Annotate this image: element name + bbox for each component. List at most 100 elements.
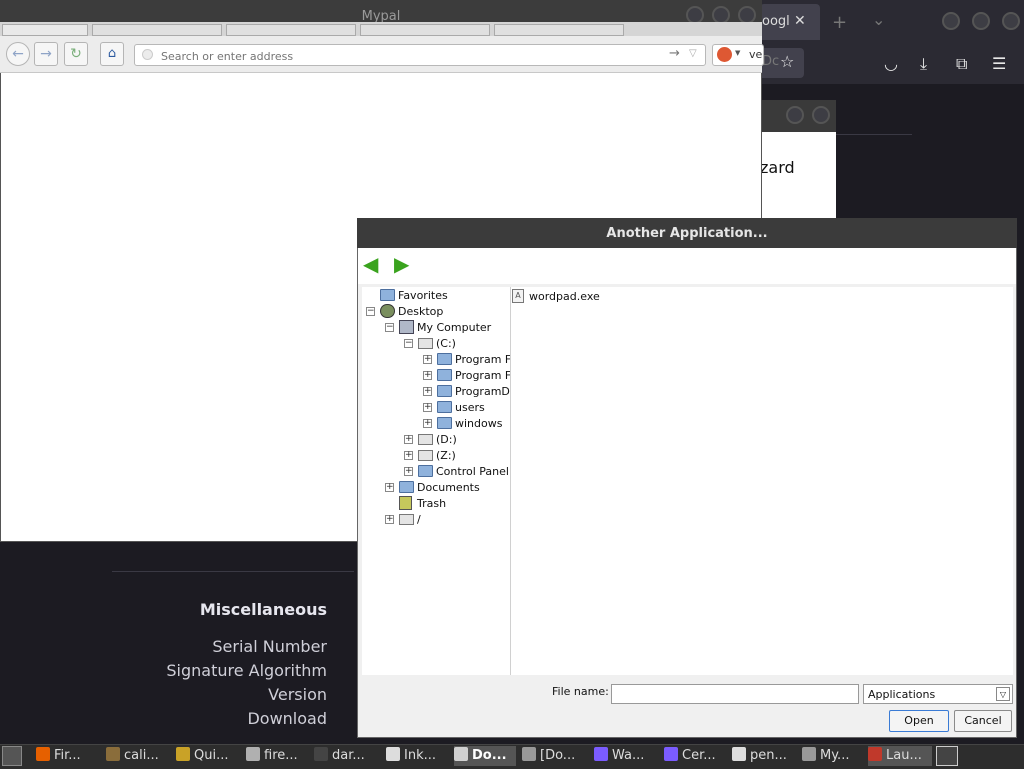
desktop-icon: [380, 304, 395, 318]
folder-icon: [399, 481, 414, 493]
forward-arrow-icon[interactable]: →: [34, 42, 58, 66]
taskbar-item[interactable]: Fir...: [36, 746, 98, 766]
taskbar-item[interactable]: pen...: [732, 746, 796, 766]
file-type-select[interactable]: Applications ▽: [863, 684, 1013, 704]
tree-item-label: Favorites: [398, 289, 448, 302]
search-text: ve: [749, 48, 763, 61]
download-icon[interactable]: ⤓: [920, 54, 927, 74]
search-bar[interactable]: ▼ ve: [712, 44, 764, 66]
chevron-down-icon[interactable]: ▼: [735, 49, 740, 57]
file-name-field[interactable]: [611, 684, 859, 704]
taskbar-item[interactable]: [Do...: [522, 746, 588, 766]
mypal-tab[interactable]: [494, 24, 624, 36]
wizard-close-icon[interactable]: [812, 106, 830, 124]
tree-item-label: users: [455, 401, 485, 414]
divider: [112, 571, 354, 572]
app-icon: [802, 747, 816, 761]
ff-maximize-icon[interactable]: [972, 12, 990, 30]
ff-close-icon[interactable]: [1002, 12, 1020, 30]
url-fragment: Dc: [762, 54, 780, 69]
trash-icon: [399, 496, 412, 510]
wizard-titlebar: [760, 100, 836, 132]
mypal-tab[interactable]: [92, 24, 222, 36]
folder-icon: [437, 369, 452, 381]
home-icon[interactable]: ⌂: [100, 42, 124, 66]
forward-arrow-icon[interactable]: ▶: [394, 252, 409, 276]
back-arrow-icon[interactable]: ←: [6, 42, 30, 66]
site-identity-icon[interactable]: [142, 49, 153, 60]
expand-icon[interactable]: +: [385, 483, 394, 492]
taskbar-item[interactable]: Lau...: [868, 746, 932, 766]
file-list[interactable]: A wordpad.exe: [511, 287, 1013, 675]
drive-icon: [418, 450, 433, 461]
file-name-input[interactable]: [615, 687, 859, 702]
cancel-button[interactable]: Cancel: [954, 710, 1012, 732]
tree-item-label: Desktop: [398, 305, 444, 318]
app-icon: [314, 747, 328, 761]
drive-icon: [399, 514, 414, 525]
computer-icon: [399, 320, 414, 334]
expand-icon[interactable]: +: [423, 371, 432, 380]
firefox-tab-google[interactable]: oogl ✕: [760, 4, 820, 40]
folder-tree[interactable]: Favorites − Desktop − My Computer − (C:) + Progr…: [362, 287, 511, 675]
expand-icon[interactable]: +: [423, 355, 432, 364]
taskbar-item[interactable]: fire...: [246, 746, 308, 766]
tab-list-icon[interactable]: ⌄: [872, 10, 885, 29]
tree-item-label: ProgramDa: [455, 385, 511, 398]
expand-icon[interactable]: +: [404, 467, 413, 476]
folder-icon: [418, 465, 433, 477]
wizard-maximize-icon[interactable]: [786, 106, 804, 124]
taskbar-item-label: Ink...: [404, 748, 436, 763]
taskbar-item[interactable]: Do...: [454, 746, 516, 766]
ff-minimize-icon[interactable]: [942, 12, 960, 30]
expand-icon[interactable]: +: [423, 387, 432, 396]
pocket-icon[interactable]: ◡: [884, 54, 898, 73]
address-bar[interactable]: → ▽: [134, 44, 706, 66]
taskbar-item[interactable]: Wa...: [594, 746, 658, 766]
mypal-tab[interactable]: [226, 24, 356, 36]
show-desktop-icon[interactable]: [2, 746, 22, 766]
taskbar-item[interactable]: Ink...: [386, 746, 448, 766]
wizard-text: zard: [760, 158, 795, 177]
taskbar-item[interactable]: cali...: [106, 746, 168, 766]
file-item-label: wordpad.exe: [529, 290, 600, 303]
expand-icon[interactable]: +: [423, 403, 432, 412]
expand-icon[interactable]: +: [404, 435, 413, 444]
collapse-icon[interactable]: −: [366, 307, 375, 316]
tree-item-label: Control Panel: [436, 465, 509, 478]
extensions-icon[interactable]: ⧉: [956, 54, 967, 74]
reload-icon[interactable]: ↻: [64, 42, 88, 66]
taskbar-item[interactable]: dar...: [314, 746, 378, 766]
expand-icon[interactable]: +: [404, 451, 413, 460]
new-tab-button[interactable]: +: [832, 12, 847, 33]
app-icon: [386, 747, 400, 761]
folder-icon: [437, 353, 452, 365]
app-icon: [522, 747, 536, 761]
taskbar-item[interactable]: My...: [802, 746, 860, 766]
back-arrow-icon[interactable]: ◀: [363, 252, 378, 276]
tree-item-label: Program Fi: [455, 353, 511, 366]
mypal-tab[interactable]: [360, 24, 490, 36]
collapse-icon[interactable]: −: [385, 323, 394, 332]
collapse-icon[interactable]: −: [404, 339, 413, 348]
bookmark-star-icon[interactable]: ☆: [780, 52, 794, 71]
executable-file-icon: A: [512, 289, 524, 303]
tab-close-icon[interactable]: ✕: [794, 13, 806, 29]
folder-icon: [380, 289, 395, 301]
taskbar-item[interactable]: Cer...: [664, 746, 726, 766]
workspace-switcher-icon[interactable]: [936, 746, 958, 766]
chevron-down-icon[interactable]: ▽: [996, 687, 1010, 701]
search-engine-icon[interactable]: [717, 47, 732, 62]
mypal-tab[interactable]: [2, 24, 88, 36]
expand-icon[interactable]: +: [423, 419, 432, 428]
go-arrow-icon[interactable]: →: [669, 46, 680, 61]
taskbar-item[interactable]: Qui...: [176, 746, 238, 766]
url-dropdown-icon[interactable]: ▽: [689, 48, 697, 59]
firefox-urlbar[interactable]: Dc ☆: [760, 48, 804, 78]
expand-icon[interactable]: +: [385, 515, 394, 524]
address-input[interactable]: [159, 47, 663, 65]
open-button[interactable]: Open: [889, 710, 949, 732]
app-icon: [36, 747, 50, 761]
folder-icon: [437, 385, 452, 397]
menu-icon[interactable]: ☰: [992, 54, 1006, 73]
